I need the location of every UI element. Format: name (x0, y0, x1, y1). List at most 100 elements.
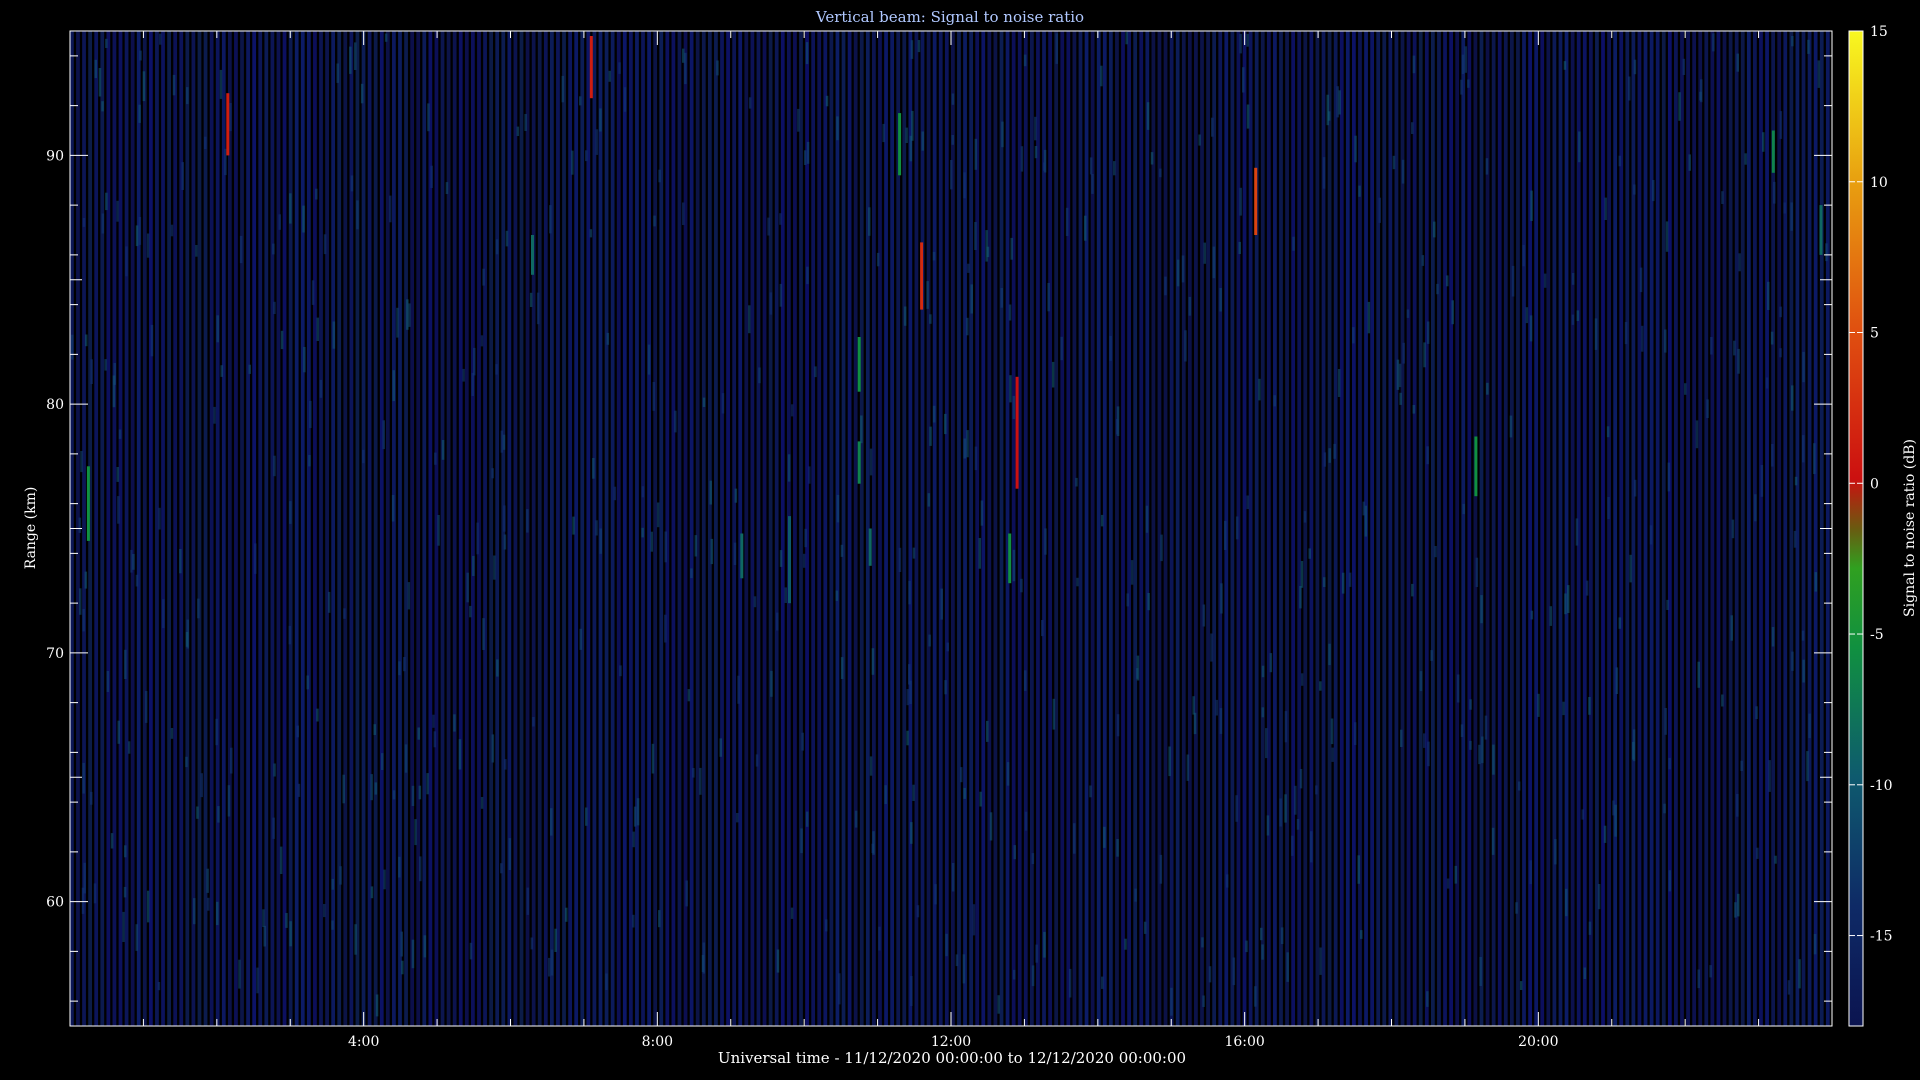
noise-column (288, 31, 293, 1026)
noise-speckle (1765, 377, 1769, 389)
noise-speckle (755, 754, 759, 767)
noise-column (896, 31, 901, 1026)
noise-speckle (278, 214, 281, 230)
noise-speckle (1411, 122, 1414, 134)
noise-speckle (1219, 288, 1222, 312)
noise-speckle (882, 123, 885, 143)
noise-speckle (1006, 762, 1010, 786)
noise-speckle (1491, 827, 1495, 855)
noise-speckle (146, 233, 150, 258)
noise-speckle (1706, 399, 1709, 418)
noise-speckle (1537, 693, 1540, 717)
noise-speckle (974, 446, 978, 471)
noise-speckle (1633, 479, 1637, 497)
noise-speckle (632, 914, 635, 928)
noise-speckle (370, 774, 373, 801)
noise-speckle (572, 516, 575, 535)
noise-column (1795, 31, 1800, 1026)
noise-speckle (132, 554, 135, 570)
noise-speckle (797, 108, 800, 132)
noise-speckle (1736, 794, 1739, 817)
noise-speckle (1168, 746, 1171, 777)
noise-column (185, 31, 190, 1026)
noise-speckle (1478, 744, 1481, 765)
noise-speckle (1779, 348, 1782, 358)
noise-column (1740, 31, 1745, 1026)
noise-speckle (196, 806, 199, 819)
noise-column (805, 31, 809, 1026)
noise-column (537, 31, 542, 1026)
noise-speckle (1629, 554, 1632, 583)
noise-speckle (1737, 893, 1740, 917)
noise-speckle (565, 907, 568, 922)
noise-speckle (135, 574, 139, 587)
noise-column (1412, 31, 1417, 1026)
noise-column (1607, 31, 1611, 1026)
noise-column (1011, 31, 1016, 1026)
noise-column (1169, 31, 1174, 1026)
noise-speckle (1238, 241, 1241, 254)
noise-speckle (908, 580, 911, 605)
noise-speckle (962, 954, 966, 984)
noise-speckle (550, 949, 554, 976)
noise-speckle (806, 266, 809, 285)
noise-speckle (1116, 839, 1119, 857)
noise-speckle (482, 268, 485, 286)
noise-column (1242, 31, 1247, 1026)
noise-speckle (1150, 152, 1154, 165)
noise-column (562, 31, 566, 1026)
noise-column (957, 31, 961, 1026)
noise-speckle (784, 587, 787, 603)
noise-column (975, 31, 980, 1026)
noise-speckle (327, 591, 331, 613)
noise-speckle (776, 612, 779, 631)
noise-speckle (273, 455, 276, 477)
noise-speckle (1008, 304, 1012, 321)
noise-speckle (170, 224, 174, 237)
noise-column (1388, 31, 1393, 1026)
noise-column (1327, 31, 1332, 1026)
noise-speckle (1406, 309, 1410, 318)
noise-column (1558, 31, 1563, 1026)
noise-speckle (1684, 383, 1687, 395)
noise-speckle (966, 430, 969, 458)
noise-speckle (1779, 111, 1783, 139)
noise-speckle (1426, 446, 1429, 465)
noise-column (549, 31, 554, 1026)
noise-speckle (1451, 300, 1454, 325)
noise-speckle (909, 680, 912, 704)
noise-column (1309, 31, 1314, 1026)
noise-column (1096, 31, 1101, 1026)
noise-speckle (1462, 503, 1465, 515)
noise-column (1722, 31, 1727, 1026)
noise-speckle (1176, 259, 1180, 287)
noise-speckle (1273, 395, 1276, 407)
noise-speckle (217, 806, 220, 823)
noise-speckle (229, 103, 232, 132)
noise-speckle (767, 217, 770, 236)
noise-speckle (125, 246, 128, 277)
noise-column (1376, 31, 1381, 1026)
noise-speckle (926, 281, 929, 309)
noise-column (1582, 31, 1587, 1026)
noise-speckle (909, 135, 913, 162)
noise-speckle (471, 372, 474, 396)
noise-speckle (801, 732, 804, 751)
noise-speckle (1367, 301, 1371, 334)
noise-speckle (491, 734, 495, 763)
y-tick-label: 70 (46, 646, 64, 662)
noise-speckle (1697, 969, 1700, 989)
noise-speckle (1001, 121, 1004, 148)
noise-speckle (122, 911, 125, 942)
noise-speckle (1396, 359, 1400, 390)
noise-column (1771, 31, 1776, 1026)
noise-speckle (1454, 865, 1458, 884)
noise-column (1266, 31, 1271, 1026)
noise-speckle (433, 731, 437, 748)
colorbar-tick-label: -15 (1870, 929, 1893, 945)
noise-speckle (375, 994, 379, 1017)
noise-speckle (945, 933, 948, 957)
x-tick-label: 4:00 (348, 1034, 379, 1050)
noise-speckle (1802, 659, 1805, 683)
noise-speckle (1618, 617, 1622, 629)
